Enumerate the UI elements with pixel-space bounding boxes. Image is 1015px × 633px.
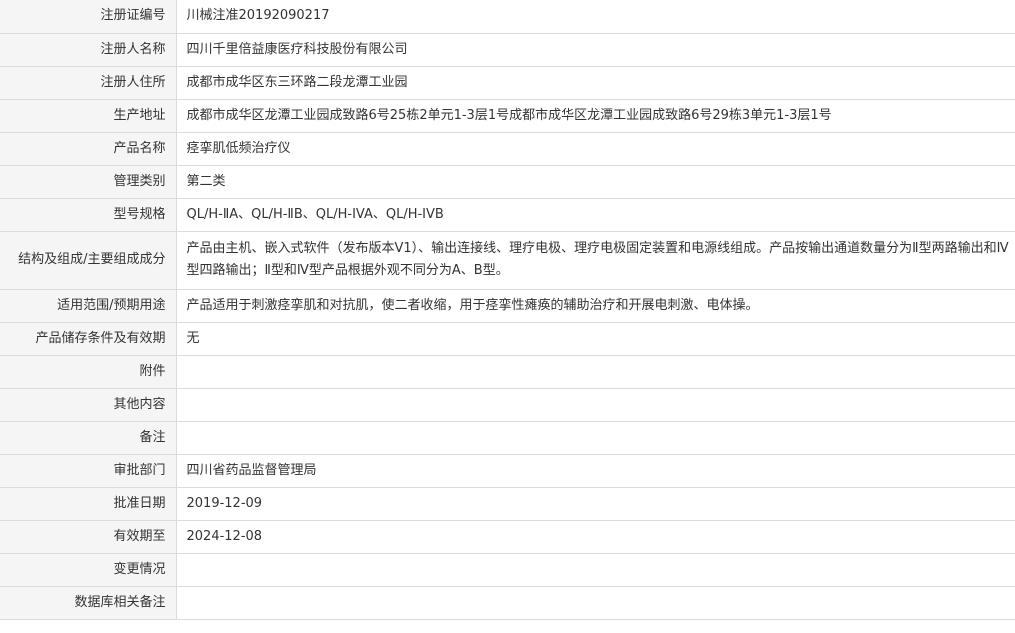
field-label: 批准日期	[0, 487, 177, 521]
field-value: 痉挛肌低频治疗仪	[176, 132, 1015, 166]
row-registrant-address: 注册人住所 成都市成华区东三环路二段龙潭工业园	[0, 66, 1015, 100]
field-label: 有效期至	[0, 520, 177, 554]
row-approval-department: 审批部门 四川省药品监督管理局	[0, 454, 1015, 488]
field-value: 四川千里倍益康医疗科技股份有限公司	[176, 33, 1015, 67]
field-value	[176, 355, 1015, 389]
row-change-history: 变更情况	[0, 553, 1015, 587]
row-remarks: 备注	[0, 421, 1015, 455]
row-attachments: 附件	[0, 355, 1015, 389]
field-value: 成都市成华区龙潭工业园成致路6号25栋2单元1-3层1号成都市成华区龙潭工业园成…	[176, 99, 1015, 133]
field-value	[176, 421, 1015, 455]
row-model-spec: 型号规格 QL/H-ⅡA、QL/H-ⅡB、QL/H-IVA、QL/H-IVB	[0, 198, 1015, 232]
field-label: 结构及组成/主要组成成分	[0, 231, 177, 290]
field-label: 生产地址	[0, 99, 177, 133]
row-database-remarks: 数据库相关备注	[0, 586, 1015, 620]
field-value: 无	[176, 322, 1015, 356]
field-label: 变更情况	[0, 553, 177, 587]
row-registrant-name: 注册人名称 四川千里倍益康医疗科技股份有限公司	[0, 33, 1015, 67]
field-label: 备注	[0, 421, 177, 455]
field-value: 第二类	[176, 165, 1015, 199]
field-value	[176, 586, 1015, 620]
field-value: 四川省药品监督管理局	[176, 454, 1015, 488]
field-value	[176, 388, 1015, 422]
row-structure-composition: 结构及组成/主要组成成分 产品由主机、嵌入式软件（发布版本V1）、输出连接线、理…	[0, 231, 1015, 290]
field-value: 2019-12-09	[176, 487, 1015, 521]
field-label: 管理类别	[0, 165, 177, 199]
field-value: 产品由主机、嵌入式软件（发布版本V1）、输出连接线、理疗电极、理疗电极固定装置和…	[176, 231, 1015, 290]
registration-detail-table: 注册证编号 川械注准20192090217 注册人名称 四川千里倍益康医疗科技股…	[0, 0, 1015, 620]
field-value: 成都市成华区东三环路二段龙潭工业园	[176, 66, 1015, 100]
field-value: 川械注准20192090217	[176, 0, 1015, 34]
field-value: 产品适用于刺激痉挛肌和对抗肌，使二者收缩，用于痉挛性瘫痪的辅助治疗和开展电刺激、…	[176, 289, 1015, 323]
row-approval-date: 批准日期 2019-12-09	[0, 487, 1015, 521]
row-intended-use: 适用范围/预期用途 产品适用于刺激痉挛肌和对抗肌，使二者收缩，用于痉挛性瘫痪的辅…	[0, 289, 1015, 323]
row-storage-validity: 产品储存条件及有效期 无	[0, 322, 1015, 356]
field-label: 注册人住所	[0, 66, 177, 100]
field-label: 型号规格	[0, 198, 177, 232]
row-production-address: 生产地址 成都市成华区龙潭工业园成致路6号25栋2单元1-3层1号成都市成华区龙…	[0, 99, 1015, 133]
field-label: 其他内容	[0, 388, 177, 422]
row-product-name: 产品名称 痉挛肌低频治疗仪	[0, 132, 1015, 166]
field-label: 附件	[0, 355, 177, 389]
field-value	[176, 553, 1015, 587]
row-other-content: 其他内容	[0, 388, 1015, 422]
field-label: 适用范围/预期用途	[0, 289, 177, 323]
field-label: 数据库相关备注	[0, 586, 177, 620]
row-valid-until: 有效期至 2024-12-08	[0, 520, 1015, 554]
field-label: 产品储存条件及有效期	[0, 322, 177, 356]
field-value: 2024-12-08	[176, 520, 1015, 554]
row-registration-number: 注册证编号 川械注准20192090217	[0, 0, 1015, 34]
field-label: 审批部门	[0, 454, 177, 488]
field-label: 注册证编号	[0, 0, 177, 34]
field-label: 注册人名称	[0, 33, 177, 67]
field-label: 产品名称	[0, 132, 177, 166]
field-value: QL/H-ⅡA、QL/H-ⅡB、QL/H-IVA、QL/H-IVB	[176, 198, 1015, 232]
row-management-category: 管理类别 第二类	[0, 165, 1015, 199]
